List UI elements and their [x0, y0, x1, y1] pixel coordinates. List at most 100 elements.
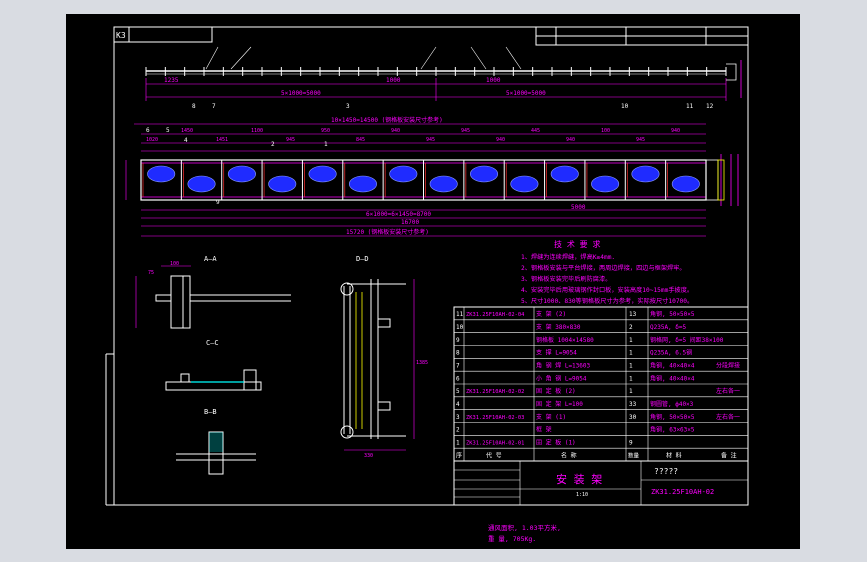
dd-dim-height: 1385 [416, 360, 428, 366]
filter-element [268, 175, 297, 193]
small-dim: 945 [461, 128, 470, 134]
small-dim: 940 [496, 137, 505, 143]
bay [221, 160, 256, 200]
tech-note-2: 2、钢格板安装与平台焊接，两周边焊接，四边与框架焊牢。 [521, 264, 686, 272]
bom-row-no: 9 [456, 337, 460, 344]
bom-row-qty: 9 [629, 440, 633, 447]
main-mid-dim: 5000 [571, 204, 586, 211]
part-callout: 12 [706, 103, 714, 110]
bom-row-material: 角钢, 63×63×5 [650, 426, 695, 434]
filter-element [147, 165, 176, 183]
bom-row-material: 角钢, 50×50×5 [650, 413, 695, 421]
small-dim: 1451 [216, 137, 228, 143]
bay [180, 160, 216, 200]
small-dim: 1450 [181, 128, 193, 134]
filter-element [510, 175, 539, 193]
code-box: K3 [113, 26, 213, 43]
part-callout: 8 [192, 103, 196, 110]
filter-element [631, 165, 660, 183]
small-dim: 1020 [146, 137, 158, 143]
bom-row-qty: 33 [629, 401, 637, 408]
top-dim-d3: 1000 [486, 77, 501, 84]
top-dim-d2: 1000 [386, 77, 401, 84]
bay [140, 160, 176, 200]
drawing-canvas[interactable]: K3 1235 1000 1000 5×1000=5000 5×1000=500… [66, 14, 800, 549]
footnote: 通风面积, 1.03平方米, 重 量, 705Kg. [488, 523, 561, 543]
bay [301, 160, 337, 200]
title-block: 安 装 架 ????? ZK31.25F10AH-02 1:10 [453, 460, 749, 506]
small-dim: 950 [321, 128, 330, 134]
bom-row-material: Q235A, δ=5 [650, 324, 687, 331]
part-callout: 10 [621, 103, 629, 110]
tech-notes: 技 术 要 求 1、焊缝为连续焊缝，焊高K≥4mm. 2、钢格板安装与平台焊接，… [521, 239, 693, 305]
bom-row-qty: 13 [629, 311, 637, 318]
main-overall: 15720 (钢格板安装尺寸参考) [346, 228, 429, 236]
tech-note-1: 1、焊缝为连续焊缝，焊高K≥4mm. [521, 253, 615, 261]
bom-row-no: 11 [456, 311, 464, 318]
main-sub-dim: 16700 [401, 219, 419, 226]
bom-row-qty: 30 [629, 414, 637, 421]
section-aa: A—A 100 75 [135, 255, 291, 329]
filter-element [187, 175, 216, 193]
bom-table: 11 ZK31.25F10AH-02-04 支 架 (2) 13 角钢, 50×50×5… [453, 306, 749, 462]
small-dim: 940 [391, 128, 400, 134]
bom-row-code: ZK31.25F10AH-02-02 [466, 389, 524, 395]
small-dim: 945 [286, 137, 295, 143]
small-dim: 445 [531, 128, 540, 134]
bom-header-material: 材 料 [666, 451, 682, 459]
footnote-line1: 通风面积, 1.03平方米, [488, 523, 561, 532]
section-cc: C—C [165, 339, 262, 391]
small-dim: 100 [601, 128, 610, 134]
bom-row-code: ZK31.25F10AH-02-01 [466, 441, 524, 447]
bom-row-remark: 左右各一 [716, 413, 740, 421]
bom-row-material: Q235A, 6.5钢 [650, 349, 692, 357]
aa-dim-2: 75 [148, 270, 154, 276]
bom-row-qty: 1 [629, 350, 633, 357]
filter-element [591, 175, 620, 193]
part-callout: 9 [216, 199, 220, 206]
bom-row-name: 钢格板 1004×14580 [536, 336, 594, 344]
filter-element [671, 175, 700, 193]
bay [584, 160, 620, 200]
part-callout: 6 [146, 127, 150, 134]
small-dim: 845 [356, 137, 365, 143]
bom-row-name: 固 定 板 (2) [536, 387, 576, 395]
section-dd-label: D—D [356, 255, 369, 263]
bom-row-name: 固 定 板 (1) [536, 439, 576, 447]
section-bb: B—B [176, 408, 256, 475]
filter-element [389, 165, 418, 183]
bom-row-name: 小 角 钢 L=9054 [536, 374, 587, 382]
bom-row-material: 角钢, 40×40×4 [650, 374, 695, 382]
bay [382, 160, 418, 200]
bay [342, 160, 377, 200]
tech-notes-title: 技 术 要 求 [554, 239, 600, 249]
bom-row-no: 6 [456, 375, 460, 382]
bom-row-material: 钢格网, δ=5 间距38×100 [650, 336, 724, 344]
bom-row-qty: 1 [629, 388, 633, 395]
title-text: 安 装 架 [556, 472, 602, 486]
dd-dim-width: 330 [364, 453, 373, 459]
bom-row-material: 角钢, 40×40×4 [650, 362, 695, 370]
bom-row-name: 支 撑 L=9054 [536, 349, 577, 357]
cad-viewport[interactable]: K3 1235 1000 1000 5×1000=5000 5×1000=500… [66, 14, 800, 549]
bay [665, 160, 700, 200]
main-bottom-pitch: 6×1000=6×1450=8700 [366, 211, 431, 218]
footnote-line2: 重 量, 705Kg. [488, 535, 536, 543]
top-dim-d1: 1235 [164, 77, 179, 84]
section-cc-label: C—C [206, 339, 219, 347]
bom-row-no: 2 [456, 427, 460, 434]
bom-row-no: 4 [456, 401, 460, 408]
filter-element [429, 175, 458, 193]
bom-row-name: 支 架 (1) [536, 413, 566, 421]
section-dd: D—D 1385 330 [340, 255, 428, 459]
title-placeholder: ????? [654, 467, 678, 476]
bom-row-qty: 1 [629, 363, 633, 370]
small-dim: 945 [636, 137, 645, 143]
top-pitch-left: 5×1000=5000 [281, 90, 321, 97]
scale-mark: 1:10 [576, 492, 588, 498]
tech-note-5: 5、尺寸1000、830等钢格板尺寸为参考，实际按尺寸10700。 [521, 297, 693, 305]
bom-row-qty: 1 [629, 375, 633, 382]
bom-row-name: 固 定 架 L=100 [536, 400, 583, 408]
filter-element [470, 165, 499, 183]
bom-row-name: 支 架 380×830 [536, 323, 581, 331]
